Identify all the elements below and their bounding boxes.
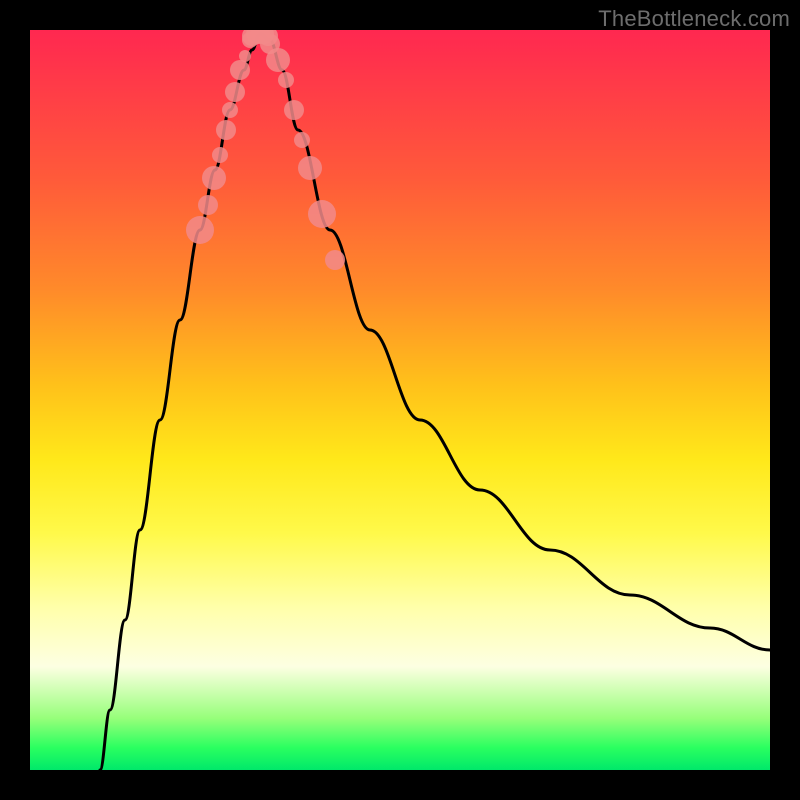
curve-left-branch [100, 34, 260, 770]
scatter-dots [186, 30, 345, 270]
scatter-dot [284, 100, 304, 120]
scatter-dot [308, 200, 336, 228]
chart-svg [30, 30, 770, 770]
scatter-dot [325, 250, 345, 270]
curve-right-branch [260, 34, 770, 650]
watermark-text: TheBottleneck.com [598, 6, 790, 32]
scatter-dot [294, 132, 310, 148]
scatter-dot [298, 156, 322, 180]
scatter-dot [239, 50, 251, 62]
scatter-dot [222, 102, 238, 118]
scatter-dot [198, 195, 218, 215]
scatter-dot [212, 147, 228, 163]
scatter-dot [202, 166, 226, 190]
scatter-dot [186, 216, 214, 244]
scatter-dot [230, 60, 250, 80]
chart-frame: TheBottleneck.com [0, 0, 800, 800]
scatter-dot [216, 120, 236, 140]
scatter-dot [225, 82, 245, 102]
plot-area [30, 30, 770, 770]
scatter-dot [278, 72, 294, 88]
scatter-dot [266, 48, 290, 72]
